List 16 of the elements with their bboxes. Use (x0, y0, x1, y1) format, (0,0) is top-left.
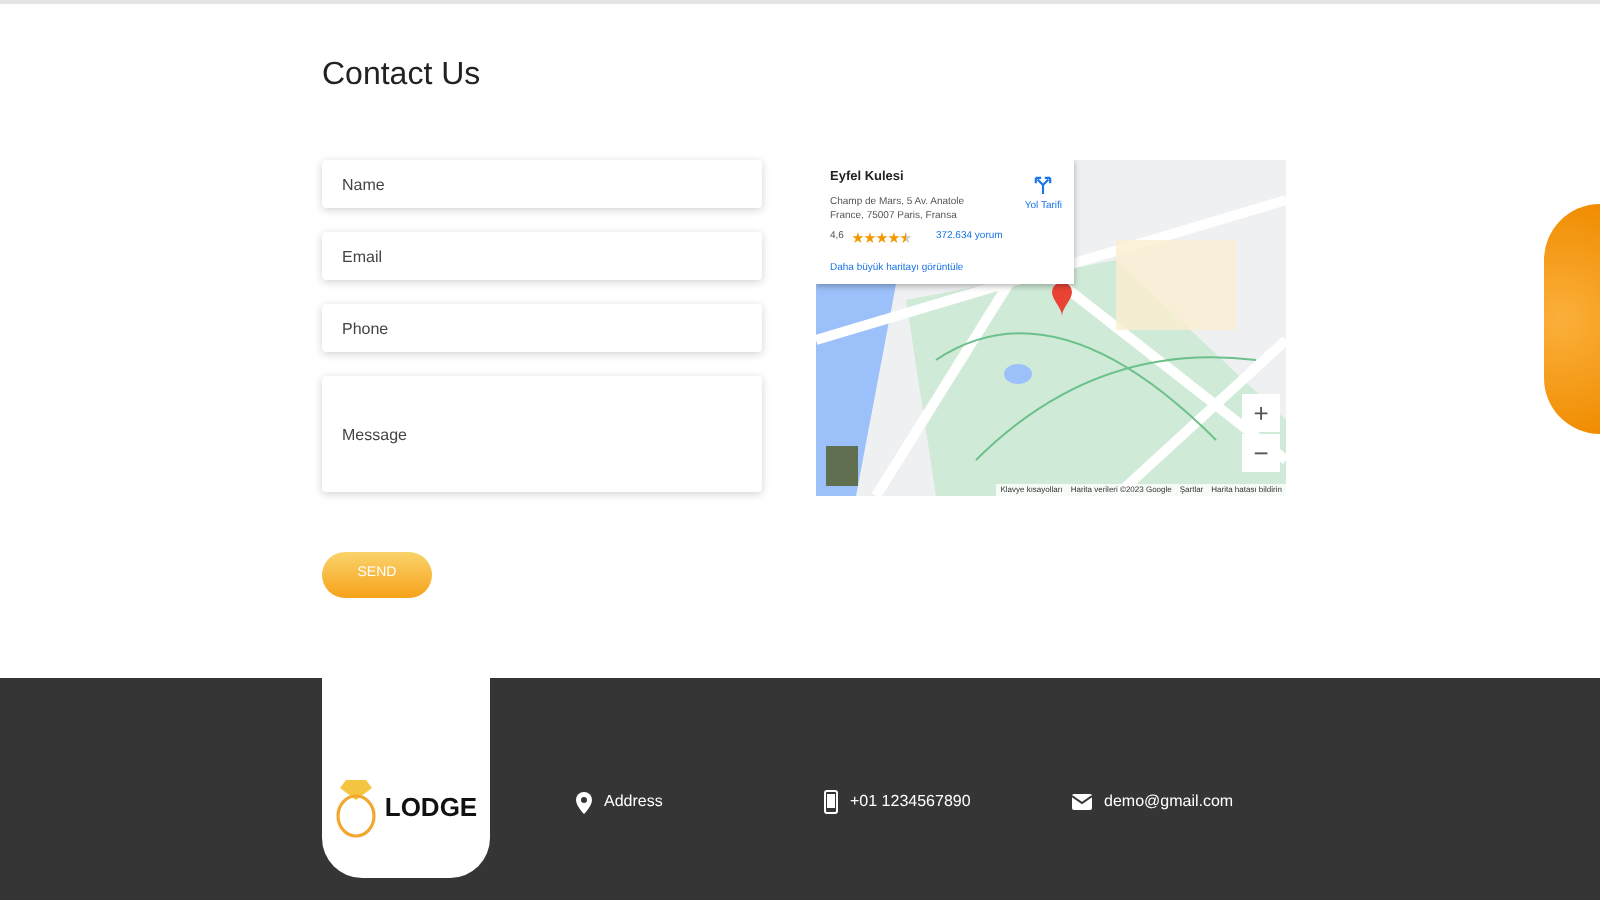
phone-icon (824, 790, 838, 814)
contact-text: Address (604, 790, 663, 814)
ring-icon (334, 778, 379, 838)
location-pin-icon (576, 791, 592, 813)
input-field[interactable]: Email (322, 232, 762, 280)
directions-icon (1034, 176, 1053, 194)
zoom-in-button[interactable]: + (1242, 394, 1280, 432)
logo-text: LODGE (384, 790, 478, 827)
contact-text: +01 1234567890 (850, 790, 971, 814)
input-field[interactable]: Name (322, 160, 762, 208)
input-field[interactable]: Phone (322, 304, 762, 352)
envelope-icon (1072, 794, 1092, 810)
message-field[interactable]: Message (322, 376, 762, 492)
zoom-out-button[interactable]: − (1242, 434, 1280, 472)
page-title: Contact Us (322, 56, 483, 96)
contact-text: demo@gmail.com (1104, 790, 1234, 814)
